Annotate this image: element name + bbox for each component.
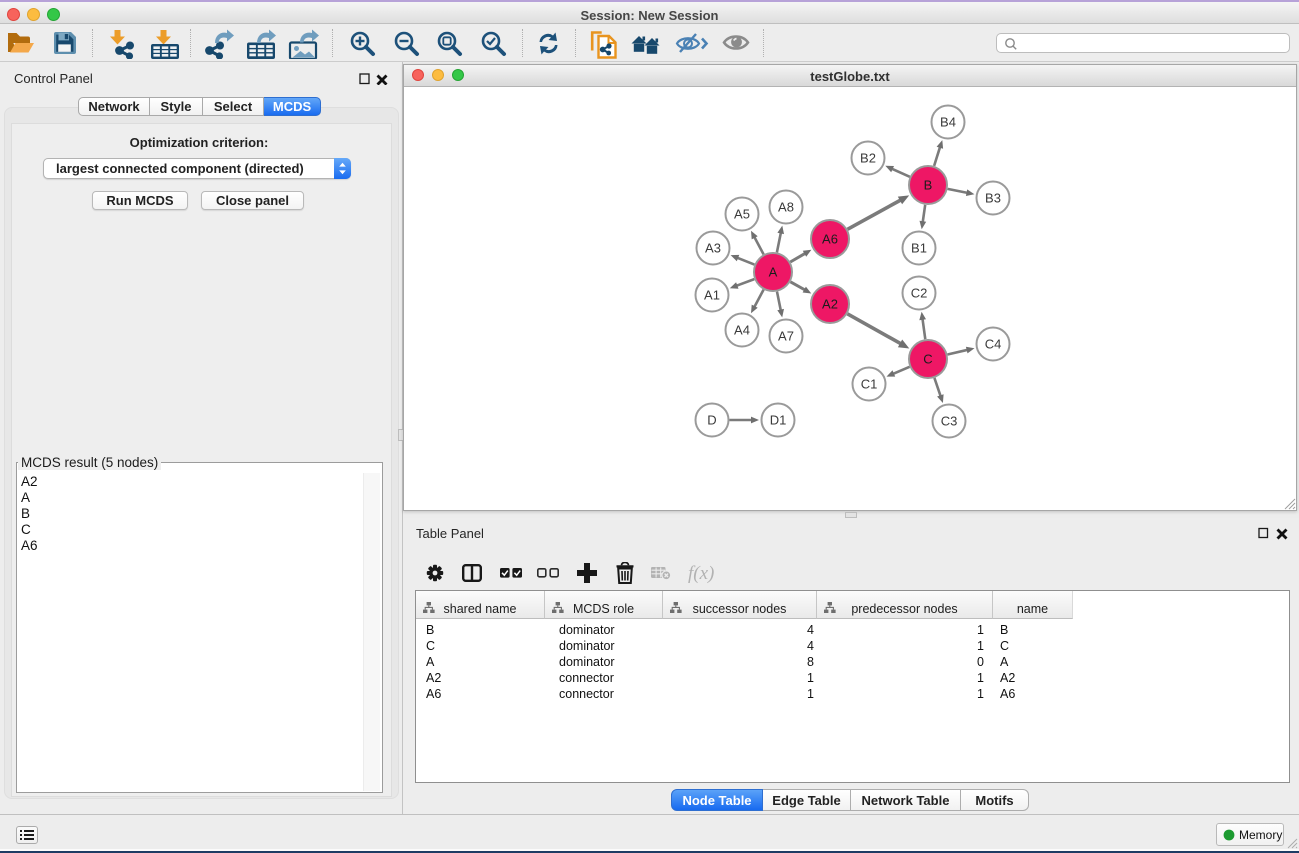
svg-text:A7: A7 <box>778 329 794 344</box>
svg-text:A2: A2 <box>822 297 838 312</box>
svg-text:B3: B3 <box>985 191 1001 206</box>
svg-text:C2: C2 <box>911 286 928 301</box>
svg-text:B2: B2 <box>860 151 876 166</box>
svg-text:A4: A4 <box>734 323 750 338</box>
svg-text:B4: B4 <box>940 115 956 130</box>
svg-text:C1: C1 <box>861 377 878 392</box>
svg-text:f(x): f(x) <box>688 563 714 584</box>
svg-text:C: C <box>923 352 932 367</box>
svg-text:C4: C4 <box>985 337 1002 352</box>
svg-text:D1: D1 <box>770 413 787 428</box>
svg-text:A5: A5 <box>734 207 750 222</box>
svg-text:A: A <box>769 265 778 280</box>
svg-text:A3: A3 <box>705 241 721 256</box>
svg-text:A1: A1 <box>704 288 720 303</box>
svg-text:B1: B1 <box>911 241 927 256</box>
svg-text:B: B <box>924 178 933 193</box>
svg-text:A6: A6 <box>822 232 838 247</box>
svg-text:A8: A8 <box>778 200 794 215</box>
svg-text:C3: C3 <box>941 414 958 429</box>
svg-text:D: D <box>707 413 716 428</box>
